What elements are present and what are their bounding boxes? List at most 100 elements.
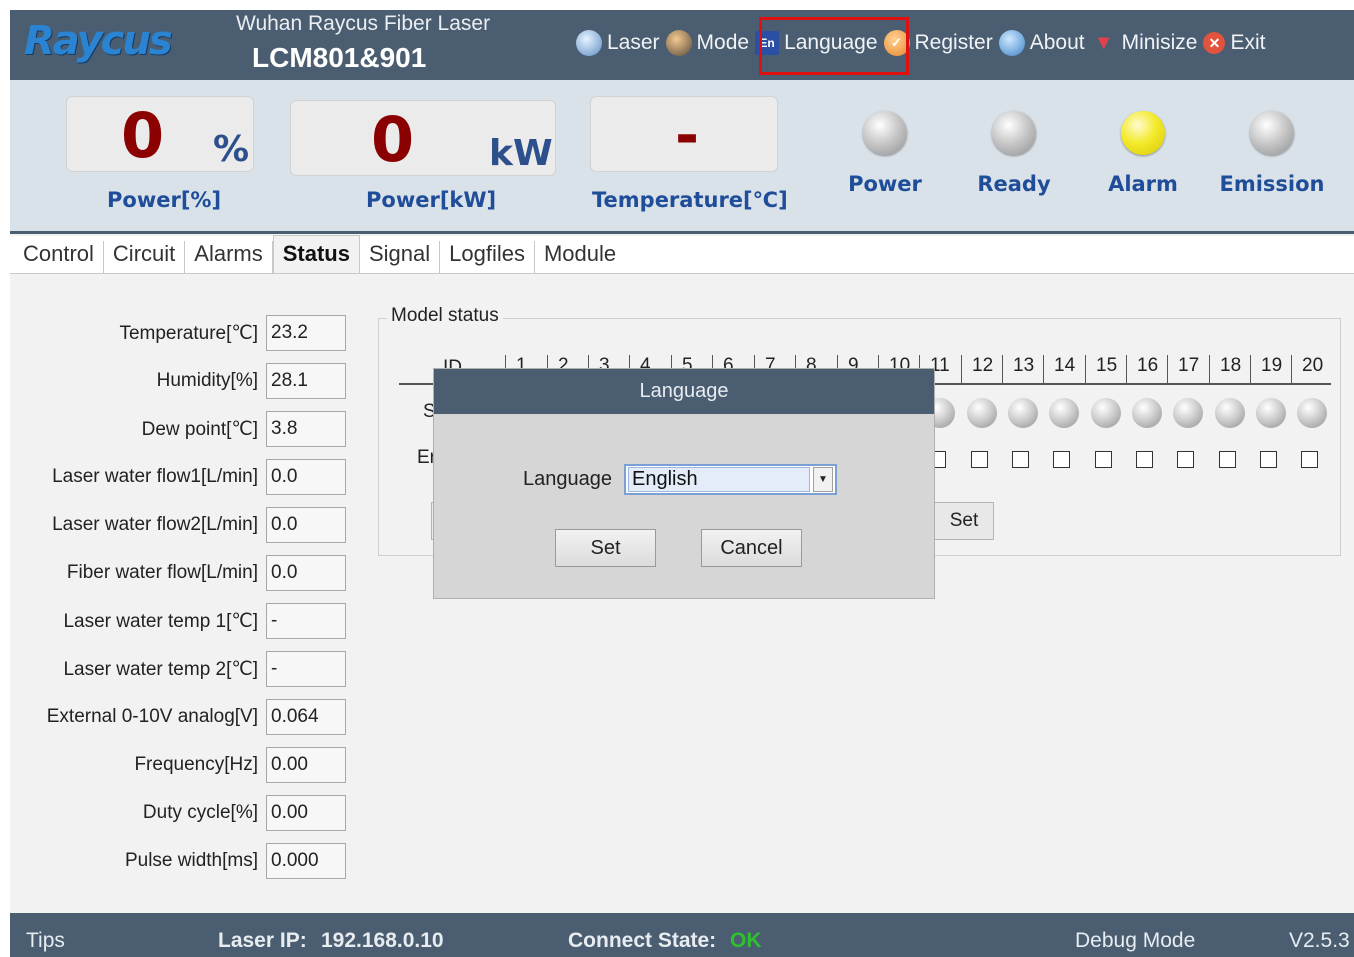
status-field-input[interactable] <box>266 363 346 399</box>
model-status-title: Model status <box>387 305 503 327</box>
status-footer: Tips Laser IP: 192.168.0.10 Connect Stat… <box>10 913 1354 957</box>
model-status-led <box>1215 398 1245 428</box>
power-led-label: Power <box>848 172 922 196</box>
power-kw-label: Power[kW] <box>366 188 497 212</box>
menu-laser[interactable]: Laser <box>576 30 660 56</box>
header-bar: Raycus Wuhan Raycus Fiber Laser LCM801&9… <box>10 10 1354 80</box>
power-kw-gauge: 0 kW <box>290 100 556 176</box>
model-id-cell: 20 <box>1291 355 1323 383</box>
model-status-led <box>1297 398 1327 428</box>
model-error-checkbox[interactable] <box>1095 451 1112 468</box>
tab-circuit[interactable]: Circuit <box>104 241 186 273</box>
model-error-checkbox[interactable] <box>1301 451 1318 468</box>
menu-exit-label: Exit <box>1230 31 1266 54</box>
model-error-checkbox[interactable] <box>1260 451 1277 468</box>
model-status-led <box>967 398 997 428</box>
status-field-input[interactable] <box>266 747 346 783</box>
status-field: Dew point[℃] <box>10 411 350 447</box>
tab-logfiles[interactable]: Logfiles <box>440 241 535 273</box>
menu-mode[interactable]: Mode <box>665 30 750 56</box>
status-field-input[interactable] <box>266 795 346 831</box>
power-led <box>863 111 907 155</box>
status-field-label: Humidity[%] <box>156 370 258 391</box>
status-field-input[interactable] <box>266 459 346 495</box>
menu-mode-label: Mode <box>696 31 750 54</box>
status-field-label: Laser water flow1[L/min] <box>52 466 258 487</box>
status-field-label: Laser water temp 2[℃] <box>63 659 258 680</box>
model-name: LCM801&901 <box>252 42 427 73</box>
users-icon <box>665 30 692 56</box>
connect-state-value: OK <box>730 929 762 952</box>
globe-icon <box>576 30 602 56</box>
laser-ip-label: Laser IP: <box>218 929 307 952</box>
tab-signal[interactable]: Signal <box>360 241 441 273</box>
tips-label: Tips <box>26 929 65 952</box>
model-id-cell: 15 <box>1085 355 1117 383</box>
connect-state-label: Connect State: <box>568 929 717 952</box>
menu-minisize-label: Minisize <box>1121 31 1198 54</box>
status-field: Laser water temp 1[℃] <box>10 603 350 639</box>
power-percent-gauge: 0 % <box>66 96 254 172</box>
status-field: Temperature[℃] <box>10 315 350 351</box>
model-id-cell: 13 <box>1002 355 1034 383</box>
status-field: Laser water temp 2[℃] <box>10 651 350 687</box>
status-field-input[interactable] <box>266 603 346 639</box>
status-field-input[interactable] <box>266 843 346 879</box>
status-field-input[interactable] <box>266 411 346 447</box>
dialog-set-button[interactable]: Set <box>555 529 656 567</box>
language-select[interactable]: English ▼ <box>624 464 837 495</box>
temperature-value: - <box>675 101 700 169</box>
dialog-cancel-button[interactable]: Cancel <box>701 529 802 567</box>
model-status-led <box>1173 398 1203 428</box>
tab-status[interactable]: Status <box>272 235 360 273</box>
status-field: Pulse width[ms] <box>10 843 350 879</box>
model-set-button[interactable]: Set <box>934 502 994 540</box>
menu-about[interactable]: About <box>998 30 1085 56</box>
model-id-cell: 18 <box>1209 355 1241 383</box>
menu-about-label: About <box>1029 31 1085 54</box>
menu-exit[interactable]: ✕ Exit <box>1203 31 1265 55</box>
status-field-label: Pulse width[ms] <box>124 850 258 871</box>
model-error-checkbox[interactable] <box>1177 451 1194 468</box>
model-error-checkbox[interactable] <box>971 451 988 468</box>
status-field-label: Dew point[℃] <box>141 419 258 440</box>
ready-led-label: Ready <box>977 172 1051 196</box>
status-field-input[interactable] <box>266 555 346 591</box>
status-field-input[interactable] <box>266 507 346 543</box>
temperature-label: Temperature[℃] <box>592 188 788 212</box>
status-field-input[interactable] <box>266 651 346 687</box>
model-error-checkbox[interactable] <box>1053 451 1070 468</box>
tab-module[interactable]: Module <box>535 241 625 273</box>
raycus-logo: Raycus <box>24 18 173 64</box>
tab-bar: Control Circuit Alarms Status Signal Log… <box>10 235 1354 274</box>
power-percent-value: 0 <box>121 99 165 172</box>
emission-led <box>1250 111 1294 155</box>
tab-alarms[interactable]: Alarms <box>185 241 273 273</box>
status-field-input[interactable] <box>266 315 346 351</box>
company-name: Wuhan Raycus Fiber Laser <box>236 12 491 35</box>
info-globe-icon <box>998 30 1025 56</box>
status-field: Frequency[Hz] <box>10 747 350 783</box>
power-kw-value: 0 <box>371 103 415 176</box>
language-highlight-box <box>759 17 909 75</box>
status-field-label: Laser water temp 1[℃] <box>63 611 258 632</box>
alarm-led-label: Alarm <box>1108 172 1178 196</box>
emission-led-label: Emission <box>1219 172 1325 196</box>
close-icon: ✕ <box>1203 32 1226 54</box>
model-error-checkbox[interactable] <box>1219 451 1236 468</box>
model-error-checkbox[interactable] <box>1136 451 1153 468</box>
menu-register-label: Register <box>914 31 993 54</box>
status-field-input[interactable] <box>266 699 346 735</box>
status-field: Laser water flow2[L/min] <box>10 507 350 543</box>
status-field-label: Duty cycle[%] <box>142 802 258 823</box>
status-field-label: Temperature[℃] <box>119 323 258 344</box>
status-panel: 0 % Power[%] 0 kW Power[kW] - Temperatur… <box>10 80 1354 234</box>
menu-minisize[interactable]: ▼ Minisize <box>1091 30 1198 56</box>
chevron-down-icon[interactable]: ▼ <box>813 467 833 492</box>
top-menu: Laser Mode En Language ✓ Register About … <box>576 26 1271 60</box>
model-id-cell: 17 <box>1167 355 1199 383</box>
status-field-label: Fiber water flow[L/min] <box>66 562 258 583</box>
model-error-checkbox[interactable] <box>1012 451 1029 468</box>
tab-control[interactable]: Control <box>14 241 104 273</box>
dialog-language-label: Language <box>523 468 612 490</box>
